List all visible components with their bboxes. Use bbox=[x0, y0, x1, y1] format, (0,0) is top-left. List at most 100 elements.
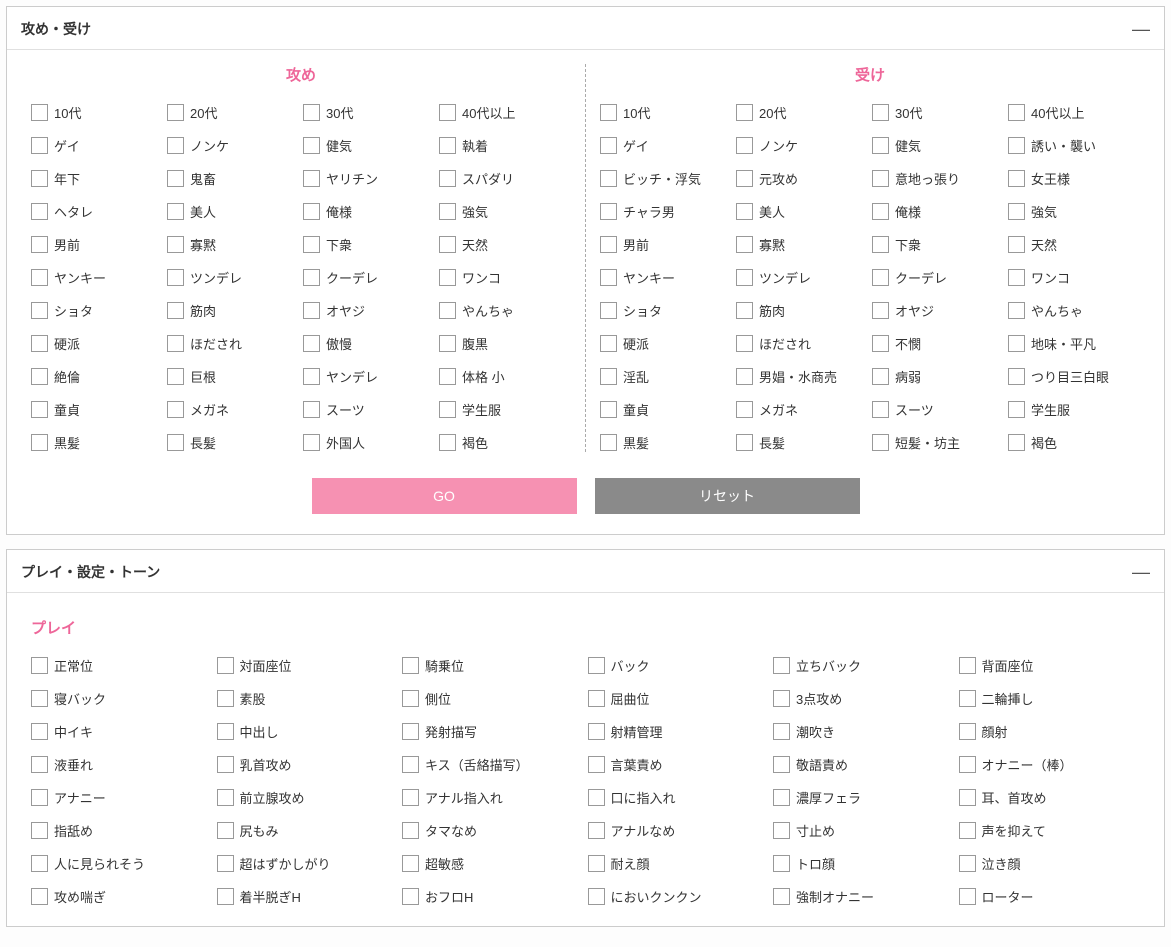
checkbox-uke-30[interactable]: 不憫 bbox=[872, 334, 1004, 353]
checkbox-uke-23[interactable]: ワンコ bbox=[1008, 268, 1140, 287]
checkbox-play-15[interactable]: 射精管理 bbox=[588, 722, 770, 741]
checkbox-play-12[interactable]: 中イキ bbox=[31, 722, 213, 741]
panel-header-play[interactable]: プレイ・設定・トーン — bbox=[7, 550, 1164, 593]
checkbox-seme-16[interactable]: 男前 bbox=[31, 235, 163, 254]
checkbox-play-3[interactable]: バック bbox=[588, 656, 770, 675]
checkbox-seme-21[interactable]: ツンデレ bbox=[167, 268, 299, 287]
checkbox-play-0[interactable]: 正常位 bbox=[31, 656, 213, 675]
checkbox-play-23[interactable]: オナニー（棒） bbox=[959, 755, 1141, 774]
checkbox-play-19[interactable]: 乳首攻め bbox=[217, 755, 399, 774]
checkbox-seme-7[interactable]: 執着 bbox=[439, 136, 571, 155]
checkbox-uke-22[interactable]: クーデレ bbox=[872, 268, 1004, 287]
checkbox-seme-33[interactable]: 巨根 bbox=[167, 367, 299, 386]
checkbox-uke-6[interactable]: 健気 bbox=[872, 136, 1004, 155]
checkbox-seme-4[interactable]: ゲイ bbox=[31, 136, 163, 155]
checkbox-play-2[interactable]: 騎乗位 bbox=[402, 656, 584, 675]
checkbox-play-41[interactable]: 泣き顔 bbox=[959, 854, 1141, 873]
checkbox-play-38[interactable]: 超敏感 bbox=[402, 854, 584, 873]
checkbox-seme-15[interactable]: 強気 bbox=[439, 202, 571, 221]
checkbox-seme-14[interactable]: 俺様 bbox=[303, 202, 435, 221]
checkbox-play-36[interactable]: 人に見られそう bbox=[31, 854, 213, 873]
checkbox-uke-27[interactable]: やんちゃ bbox=[1008, 301, 1140, 320]
checkbox-uke-4[interactable]: ゲイ bbox=[600, 136, 732, 155]
checkbox-uke-7[interactable]: 誘い・襲い bbox=[1008, 136, 1140, 155]
checkbox-uke-21[interactable]: ツンデレ bbox=[736, 268, 868, 287]
checkbox-uke-0[interactable]: 10代 bbox=[600, 103, 732, 122]
checkbox-play-29[interactable]: 耳、首攻め bbox=[959, 788, 1141, 807]
checkbox-play-16[interactable]: 潮吹き bbox=[773, 722, 955, 741]
checkbox-play-4[interactable]: 立ちバック bbox=[773, 656, 955, 675]
checkbox-seme-42[interactable]: 外国人 bbox=[303, 433, 435, 452]
checkbox-uke-10[interactable]: 意地っ張り bbox=[872, 169, 1004, 188]
checkbox-play-13[interactable]: 中出し bbox=[217, 722, 399, 741]
go-button[interactable]: GO bbox=[312, 478, 577, 514]
checkbox-uke-31[interactable]: 地味・平凡 bbox=[1008, 334, 1140, 353]
checkbox-uke-13[interactable]: 美人 bbox=[736, 202, 868, 221]
checkbox-seme-29[interactable]: ほだされ bbox=[167, 334, 299, 353]
checkbox-seme-1[interactable]: 20代 bbox=[167, 103, 299, 122]
checkbox-play-46[interactable]: 強制オナニー bbox=[773, 887, 955, 906]
checkbox-seme-0[interactable]: 10代 bbox=[31, 103, 163, 122]
checkbox-play-5[interactable]: 背面座位 bbox=[959, 656, 1141, 675]
checkbox-seme-25[interactable]: 筋肉 bbox=[167, 301, 299, 320]
checkbox-uke-32[interactable]: 淫乱 bbox=[600, 367, 732, 386]
checkbox-uke-38[interactable]: スーツ bbox=[872, 400, 1004, 419]
checkbox-uke-37[interactable]: メガネ bbox=[736, 400, 868, 419]
checkbox-uke-12[interactable]: チャラ男 bbox=[600, 202, 732, 221]
checkbox-seme-30[interactable]: 傲慢 bbox=[303, 334, 435, 353]
checkbox-play-1[interactable]: 対面座位 bbox=[217, 656, 399, 675]
checkbox-uke-5[interactable]: ノンケ bbox=[736, 136, 868, 155]
collapse-icon[interactable]: — bbox=[1132, 563, 1150, 581]
checkbox-seme-17[interactable]: 寡黙 bbox=[167, 235, 299, 254]
checkbox-play-18[interactable]: 液垂れ bbox=[31, 755, 213, 774]
checkbox-uke-8[interactable]: ビッチ・浮気 bbox=[600, 169, 732, 188]
checkbox-uke-2[interactable]: 30代 bbox=[872, 103, 1004, 122]
checkbox-seme-8[interactable]: 年下 bbox=[31, 169, 163, 188]
checkbox-seme-3[interactable]: 40代以上 bbox=[439, 103, 571, 122]
checkbox-seme-43[interactable]: 褐色 bbox=[439, 433, 571, 452]
checkbox-play-8[interactable]: 側位 bbox=[402, 689, 584, 708]
checkbox-play-28[interactable]: 濃厚フェラ bbox=[773, 788, 955, 807]
collapse-icon[interactable]: — bbox=[1132, 20, 1150, 38]
checkbox-play-14[interactable]: 発射描写 bbox=[402, 722, 584, 741]
checkbox-uke-11[interactable]: 女王様 bbox=[1008, 169, 1140, 188]
checkbox-play-33[interactable]: アナルなめ bbox=[588, 821, 770, 840]
checkbox-seme-40[interactable]: 黒髪 bbox=[31, 433, 163, 452]
checkbox-seme-24[interactable]: ショタ bbox=[31, 301, 163, 320]
checkbox-uke-25[interactable]: 筋肉 bbox=[736, 301, 868, 320]
checkbox-play-37[interactable]: 超はずかしがり bbox=[217, 854, 399, 873]
checkbox-play-45[interactable]: においクンクン bbox=[588, 887, 770, 906]
checkbox-play-40[interactable]: トロ顔 bbox=[773, 854, 955, 873]
checkbox-uke-36[interactable]: 童貞 bbox=[600, 400, 732, 419]
checkbox-seme-22[interactable]: クーデレ bbox=[303, 268, 435, 287]
checkbox-play-22[interactable]: 敬語責め bbox=[773, 755, 955, 774]
checkbox-play-20[interactable]: キス（舌絡描写） bbox=[402, 755, 584, 774]
checkbox-play-42[interactable]: 攻め喘ぎ bbox=[31, 887, 213, 906]
checkbox-play-11[interactable]: 二輪挿し bbox=[959, 689, 1141, 708]
checkbox-play-35[interactable]: 声を抑えて bbox=[959, 821, 1141, 840]
checkbox-uke-35[interactable]: つり目三白眼 bbox=[1008, 367, 1140, 386]
checkbox-seme-11[interactable]: スパダリ bbox=[439, 169, 571, 188]
checkbox-seme-13[interactable]: 美人 bbox=[167, 202, 299, 221]
checkbox-play-6[interactable]: 寝バック bbox=[31, 689, 213, 708]
checkbox-seme-37[interactable]: メガネ bbox=[167, 400, 299, 419]
checkbox-uke-19[interactable]: 天然 bbox=[1008, 235, 1140, 254]
checkbox-play-21[interactable]: 言葉責め bbox=[588, 755, 770, 774]
checkbox-play-43[interactable]: 着半脱ぎH bbox=[217, 887, 399, 906]
checkbox-uke-16[interactable]: 男前 bbox=[600, 235, 732, 254]
checkbox-seme-34[interactable]: ヤンデレ bbox=[303, 367, 435, 386]
checkbox-seme-12[interactable]: ヘタレ bbox=[31, 202, 163, 221]
checkbox-play-26[interactable]: アナル指入れ bbox=[402, 788, 584, 807]
checkbox-seme-32[interactable]: 絶倫 bbox=[31, 367, 163, 386]
checkbox-play-31[interactable]: 尻もみ bbox=[217, 821, 399, 840]
checkbox-uke-20[interactable]: ヤンキー bbox=[600, 268, 732, 287]
checkbox-play-30[interactable]: 指舐め bbox=[31, 821, 213, 840]
checkbox-seme-36[interactable]: 童貞 bbox=[31, 400, 163, 419]
checkbox-seme-28[interactable]: 硬派 bbox=[31, 334, 163, 353]
checkbox-seme-18[interactable]: 下衆 bbox=[303, 235, 435, 254]
checkbox-play-44[interactable]: おフロH bbox=[402, 887, 584, 906]
checkbox-uke-14[interactable]: 俺様 bbox=[872, 202, 1004, 221]
checkbox-play-47[interactable]: ローター bbox=[959, 887, 1141, 906]
checkbox-uke-28[interactable]: 硬派 bbox=[600, 334, 732, 353]
checkbox-play-7[interactable]: 素股 bbox=[217, 689, 399, 708]
